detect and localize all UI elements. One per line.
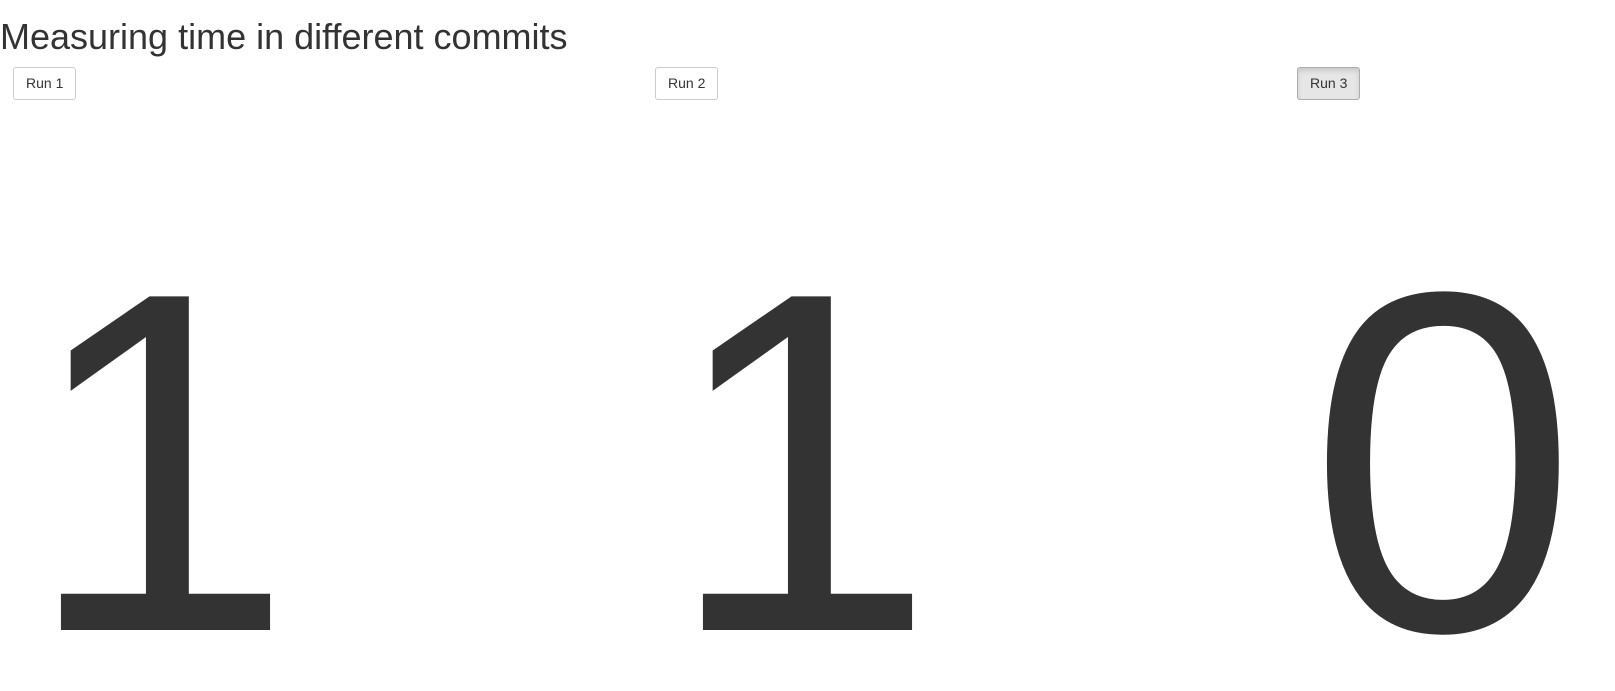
run-3-counter-value: 0 bbox=[1308, 191, 1578, 691]
run-3-button[interactable]: Run 3 bbox=[1297, 67, 1361, 100]
run-3-panel: Run 3 0 bbox=[1284, 0, 1615, 691]
run-1-button[interactable]: Run 1 bbox=[13, 67, 77, 100]
run-2-button[interactable]: Run 2 bbox=[655, 67, 719, 100]
run-2-panel: Run 2 1 bbox=[642, 0, 1272, 691]
run-2-counter-value: 1 bbox=[666, 191, 936, 691]
run-1-counter-value: 1 bbox=[24, 191, 294, 691]
run-1-panel: Run 1 1 bbox=[0, 0, 630, 691]
